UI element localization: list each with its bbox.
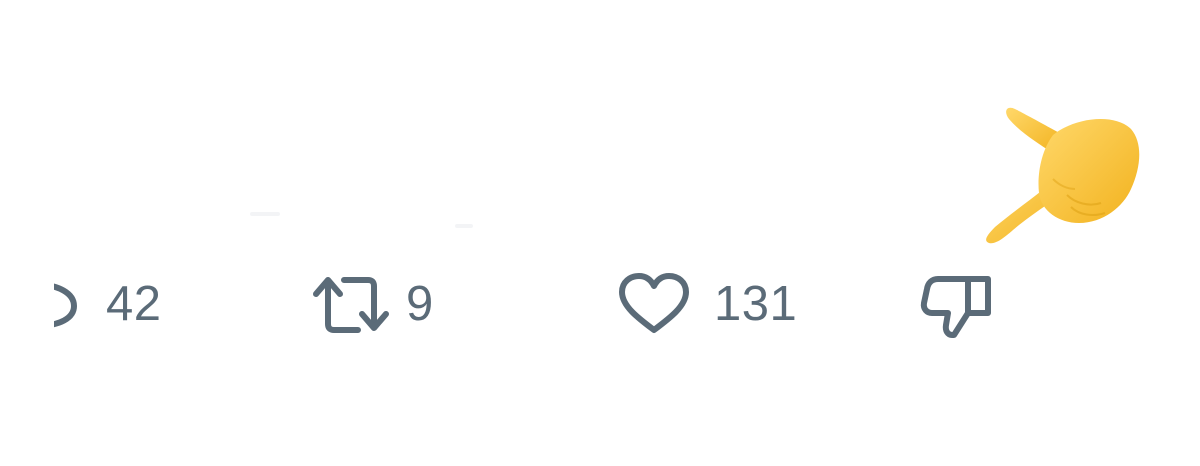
reply-count: 42 <box>106 276 162 331</box>
thumbs-down-icon <box>918 267 998 341</box>
tweet-actions-screenshot: { "actions": { "reply": { "icon": "reply… <box>0 0 1200 466</box>
reply-icon <box>54 262 82 346</box>
like-count: 131 <box>714 276 798 331</box>
retweet-icon <box>310 274 392 334</box>
dislike-button[interactable] <box>918 262 998 346</box>
reply-button[interactable]: 42 <box>54 262 162 346</box>
pointing-hand-emoji-icon <box>986 107 1140 244</box>
like-button[interactable]: 131 <box>618 262 797 346</box>
retweet-button[interactable]: 9 <box>310 262 434 346</box>
tweet-action-bar: 42 9 131 <box>0 262 1200 346</box>
divider-remnant <box>455 224 473 228</box>
divider-remnant <box>250 212 280 216</box>
heart-icon <box>618 272 690 336</box>
retweet-count: 9 <box>406 276 434 331</box>
